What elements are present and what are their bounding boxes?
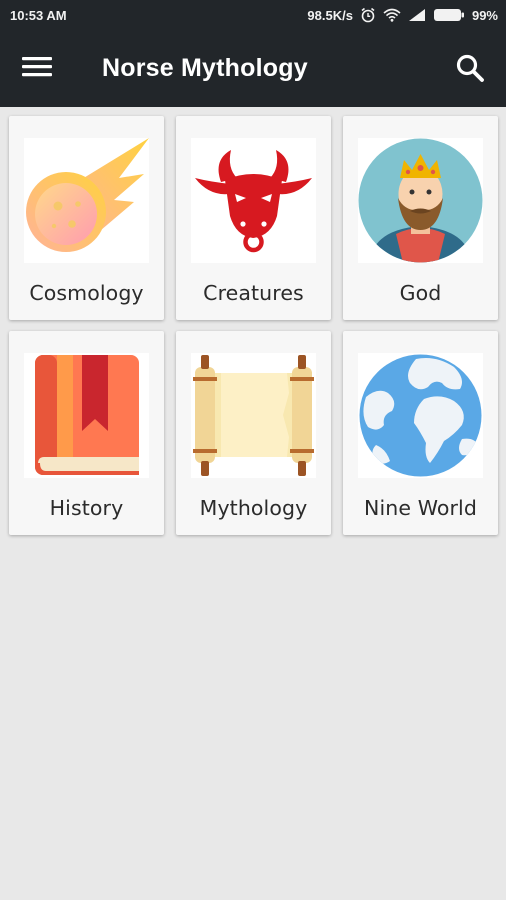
page-title: Norse Mythology (102, 54, 308, 82)
menu-button[interactable] (22, 54, 56, 84)
category-label: Mythology (199, 496, 308, 520)
category-label: Cosmology (29, 281, 144, 305)
category-label: History (49, 496, 124, 520)
book-icon (35, 355, 139, 475)
battery-icon (433, 9, 464, 21)
category-card-nine-world[interactable]: Nine World (343, 331, 498, 535)
meteor-icon (26, 138, 149, 252)
category-label: Creatures (203, 281, 304, 305)
category-card-god[interactable]: God (343, 116, 498, 320)
category-image (191, 353, 316, 478)
hamburger-menu-icon (22, 57, 52, 77)
status-time: 10:53 AM (10, 7, 67, 23)
bull-head-icon (195, 150, 312, 253)
category-label: God (399, 281, 442, 305)
network-speed: 98.5K/s (307, 7, 353, 23)
category-label: Nine World (364, 496, 477, 520)
search-icon (456, 54, 484, 82)
scroll-icon (193, 355, 314, 476)
battery-percent: 99% (471, 7, 498, 23)
wifi-icon (383, 8, 401, 22)
status-bar: 10:53 AM 98.5K/s 99% (0, 0, 506, 30)
status-indicators: 98.5K/s 99% (307, 7, 498, 23)
globe-icon (359, 354, 482, 477)
category-card-creatures[interactable]: Creatures (176, 116, 331, 320)
category-card-cosmology[interactable]: Cosmology (9, 116, 164, 320)
category-image (358, 138, 483, 263)
king-avatar-icon (358, 138, 483, 263)
category-image (24, 353, 149, 478)
search-button[interactable] (454, 52, 488, 86)
category-image (24, 138, 149, 263)
alarm-icon (361, 7, 375, 23)
category-image (191, 138, 316, 263)
category-image (358, 353, 483, 478)
app-bar: Norse Mythology (0, 30, 506, 107)
category-card-history[interactable]: History (9, 331, 164, 535)
signal-icon (408, 9, 425, 21)
category-card-mythology[interactable]: Mythology (176, 331, 331, 535)
